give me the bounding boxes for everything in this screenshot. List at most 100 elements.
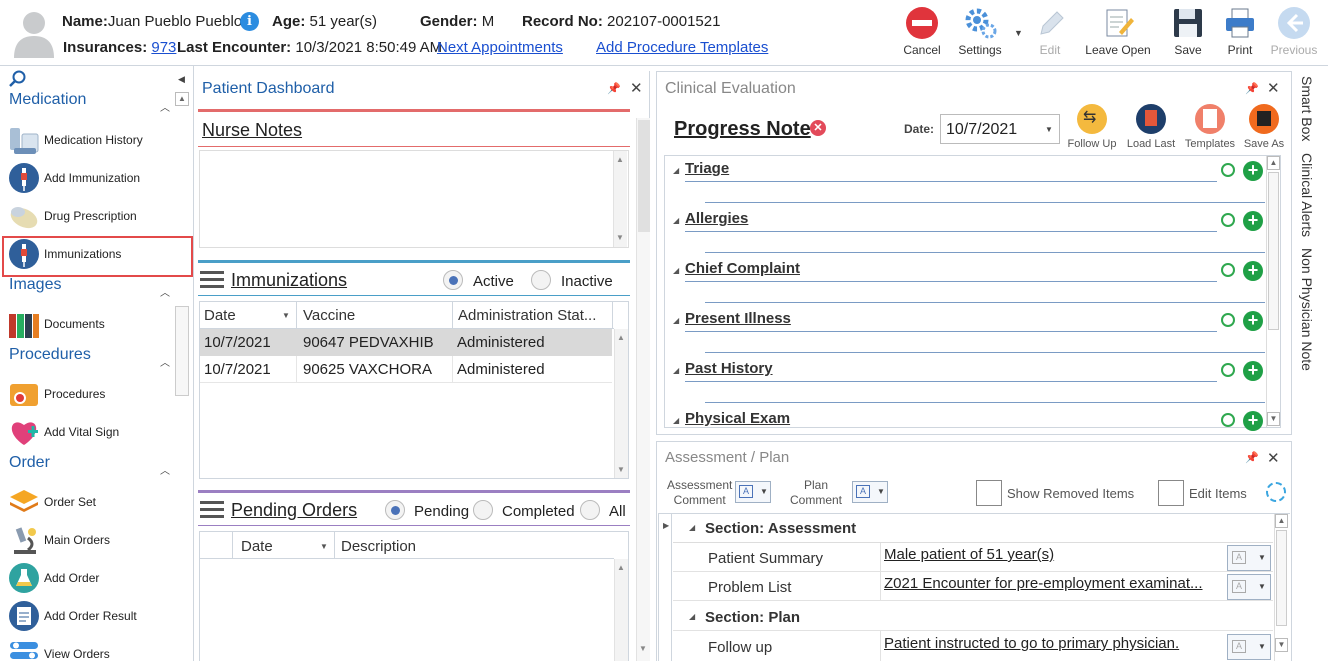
add-circle-icon[interactable]: + (1243, 261, 1263, 281)
sidebar-item-add-immunization[interactable]: Add Immunization (8, 162, 188, 196)
add-circle-icon[interactable]: + (1243, 161, 1263, 181)
scroll-up-icon[interactable]: ▲ (1267, 156, 1280, 170)
tab-clinical-alerts[interactable]: Clinical Alerts (1299, 153, 1315, 237)
collapse-triangle-icon[interactable]: ◢ (673, 366, 679, 375)
chevron-up-icon[interactable]: ︿ (160, 99, 170, 114)
sidebar-item-main-orders[interactable]: Main Orders (8, 524, 188, 558)
column-header-date[interactable]: Date (241, 538, 273, 555)
radio-completed[interactable] (473, 500, 493, 520)
scroll-up-icon[interactable]: ▲ (175, 92, 189, 106)
settings-button[interactable]: Settings (952, 6, 1008, 62)
alarm-clock-icon[interactable] (1221, 163, 1235, 177)
patient-summary-value[interactable]: Male patient of 51 year(s) (884, 546, 1054, 563)
alarm-clock-icon[interactable] (1221, 413, 1235, 427)
collapse-sidebar-icon[interactable]: ◀ (178, 74, 185, 85)
sort-down-icon[interactable]: ▼ (282, 311, 290, 320)
radio-all[interactable] (580, 500, 600, 520)
sidebar-item-drug-prescription[interactable]: Drug Prescription (8, 200, 188, 234)
scroll-down-icon[interactable]: ▼ (1267, 412, 1280, 426)
collapse-triangle-icon[interactable]: ◢ (673, 316, 679, 325)
column-header-administration-status[interactable]: Administration Stat... (458, 307, 596, 324)
scroll-thumb[interactable] (1276, 530, 1287, 626)
next-appointments-link[interactable]: Next Appointments (437, 39, 563, 56)
sidebar-item-add-order[interactable]: Add Order (8, 562, 188, 596)
collapse-triangle-icon[interactable]: ◢ (689, 523, 695, 532)
nurse-notes-textarea[interactable]: ▲ ▼ (199, 150, 629, 248)
scroll-thumb[interactable] (638, 120, 650, 232)
collapse-triangle-icon[interactable]: ◢ (673, 266, 679, 275)
section-medication[interactable]: Medication (9, 91, 86, 109)
follow-up-button[interactable]: ⇆ Follow Up (1066, 104, 1118, 152)
info-icon[interactable]: i (240, 12, 259, 31)
collapse-triangle-icon[interactable]: ◢ (673, 166, 679, 175)
add-circle-icon[interactable]: + (1243, 311, 1263, 331)
close-icon[interactable]: ✕ (630, 79, 643, 97)
dashboard-scrollbar[interactable]: ▼ (636, 118, 650, 661)
clinical-section-label[interactable]: Chief Complaint (685, 260, 800, 277)
clinical-section-label[interactable]: Triage (685, 160, 729, 177)
scrollbar[interactable]: ▲ ▼ (613, 151, 627, 247)
expand-row-icon[interactable]: ▶ (663, 521, 669, 530)
sidebar-item-add-order-result[interactable]: Add Order Result (8, 600, 188, 634)
search-icon[interactable] (9, 70, 27, 88)
insurances-link[interactable]: 973 (151, 39, 176, 56)
radio-inactive[interactable] (531, 270, 551, 290)
scrollbar[interactable]: ▲ (614, 559, 628, 661)
column-header-vaccine[interactable]: Vaccine (303, 307, 355, 324)
comment-dropdown[interactable]: A ▼ (1227, 574, 1271, 600)
cancel-button[interactable]: Cancel (894, 6, 950, 62)
chevron-up-icon[interactable]: ︿ (160, 462, 170, 477)
alarm-clock-icon[interactable] (1221, 213, 1235, 227)
add-circle-icon[interactable]: + (1243, 361, 1263, 381)
section-order[interactable]: Order (9, 454, 50, 472)
hamburger-icon[interactable] (200, 501, 224, 519)
scroll-thumb[interactable] (1268, 172, 1279, 330)
collapse-triangle-icon[interactable]: ◢ (689, 612, 695, 621)
comment-dropdown[interactable]: A ▼ (1227, 545, 1271, 571)
add-circle-icon[interactable]: + (1243, 411, 1263, 431)
sidebar-item-documents[interactable]: Documents (8, 308, 188, 342)
collapse-triangle-icon[interactable]: ◢ (673, 416, 679, 425)
sidebar-item-procedures[interactable]: Procedures (8, 378, 188, 412)
hamburger-icon[interactable] (200, 271, 224, 289)
scrollbar[interactable]: ▲ ▼ (1274, 514, 1288, 661)
section-images[interactable]: Images (9, 276, 61, 294)
clinical-section-label[interactable]: Present Illness (685, 310, 791, 327)
scroll-down-icon[interactable]: ▼ (1275, 638, 1288, 652)
alarm-clock-icon[interactable] (1221, 313, 1235, 327)
load-last-button[interactable]: Load Last (1124, 104, 1178, 152)
templates-button[interactable]: Templates (1182, 104, 1238, 152)
edit-items-checkbox[interactable] (1158, 480, 1184, 506)
sidebar-item-view-orders[interactable]: View Orders (8, 638, 188, 661)
comment-dropdown[interactable]: A ▼ (1227, 634, 1271, 660)
refresh-icon[interactable] (1266, 482, 1286, 502)
scroll-up-icon[interactable]: ▲ (1275, 514, 1288, 528)
assessment-comment-dropdown[interactable]: A ▼ (735, 481, 771, 503)
collapse-triangle-icon[interactable]: ◢ (673, 216, 679, 225)
sidebar-item-medication-history[interactable]: Medication History (8, 124, 188, 158)
follow-up-value[interactable]: Patient instructed to go to primary phys… (884, 635, 1179, 652)
column-header-description[interactable]: Description (341, 538, 416, 555)
scrollbar[interactable]: ▲ ▼ (1266, 156, 1280, 427)
close-icon[interactable]: ✕ (1267, 79, 1280, 97)
edit-button[interactable]: Edit (1022, 6, 1078, 62)
sidebar-item-add-vital-sign[interactable]: Add Vital Sign (8, 416, 188, 450)
column-header-date[interactable]: Date (204, 307, 236, 324)
pin-icon[interactable]: 📌 (607, 82, 621, 95)
sort-down-icon[interactable]: ▼ (320, 542, 328, 551)
close-icon[interactable]: ✕ (1267, 449, 1280, 467)
remove-icon[interactable]: ✕ (810, 120, 826, 136)
chevron-up-icon[interactable]: ︿ (160, 354, 170, 369)
show-removed-checkbox[interactable] (976, 480, 1002, 506)
problem-list-value[interactable]: Z021 Encounter for pre-employment examin… (884, 575, 1203, 592)
tab-non-physician-note[interactable]: Non Physician Note (1299, 248, 1315, 371)
date-picker[interactable]: 10/7/2021 ▼ (940, 114, 1060, 144)
scrollbar[interactable]: ▲ ▼ (614, 329, 628, 478)
alarm-clock-icon[interactable] (1221, 363, 1235, 377)
save-as-button[interactable]: Save As (1240, 104, 1288, 152)
sidebar-item-order-set[interactable]: Order Set (8, 486, 188, 520)
radio-pending[interactable] (385, 500, 405, 520)
leave-open-button[interactable]: Leave Open (1084, 6, 1152, 62)
clinical-section-label[interactable]: Physical Exam (685, 410, 790, 427)
alarm-clock-icon[interactable] (1221, 263, 1235, 277)
